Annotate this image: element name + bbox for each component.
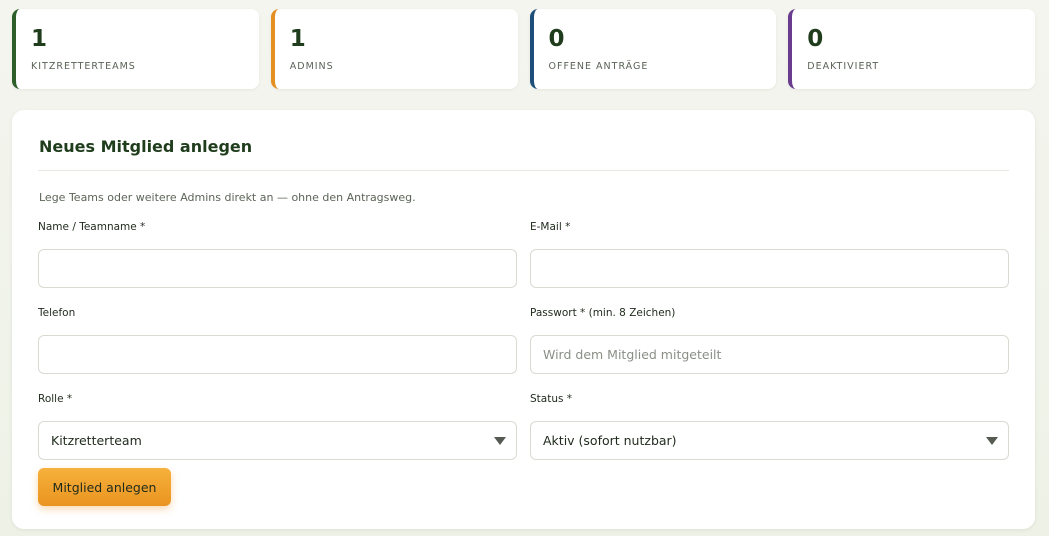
chevron-down-icon <box>986 437 998 445</box>
stats-row: 1 KITZRETTERTEAMS 1 ADMINS 0 OFFENE ANTR… <box>12 9 1035 89</box>
phone-field-group: Telefon <box>38 306 517 374</box>
role-field-group: Rolle * Kitzretterteam <box>38 392 517 460</box>
stat-card-admins: 1 ADMINS <box>270 9 518 89</box>
stat-card-open-requests: 0 OFFENE ANTRÄGE <box>529 9 777 89</box>
create-member-button[interactable]: Mitglied anlegen <box>38 468 171 506</box>
password-label: Passwort * (min. 8 Zeichen) <box>530 307 676 319</box>
panel-title: Neues Mitglied anlegen <box>39 137 253 156</box>
stat-label: DEAKTIVIERT <box>807 61 880 72</box>
status-select[interactable]: Aktiv (sofort nutzbar) <box>530 421 1009 460</box>
stat-label: OFFENE ANTRÄGE <box>548 61 649 72</box>
panel-description: Lege Teams oder weitere Admins direkt an… <box>39 191 416 204</box>
phone-label: Telefon <box>38 307 76 319</box>
name-label: Name / Teamname * <box>38 221 146 233</box>
stat-value: 1 <box>31 26 48 52</box>
password-field-group: Passwort * (min. 8 Zeichen) <box>530 306 1009 374</box>
role-select[interactable]: Kitzretterteam <box>38 421 517 460</box>
status-select-value: Aktiv (sofort nutzbar) <box>543 433 677 448</box>
role-select-value: Kitzretterteam <box>51 433 142 448</box>
new-member-panel: Neues Mitglied anlegen Lege Teams oder w… <box>12 110 1035 529</box>
stat-value: 1 <box>289 26 306 52</box>
stat-label: ADMINS <box>289 61 334 72</box>
name-field-group: Name / Teamname * <box>38 220 517 288</box>
chevron-down-icon <box>494 437 506 445</box>
phone-input[interactable] <box>38 335 517 374</box>
email-field-group: E-Mail * <box>530 220 1009 288</box>
email-input[interactable] <box>530 249 1009 288</box>
stat-value: 0 <box>548 26 565 52</box>
stat-card-deactivated: 0 DEAKTIVIERT <box>788 9 1035 89</box>
status-field-group: Status * Aktiv (sofort nutzbar) <box>530 392 1009 460</box>
stat-value: 0 <box>807 26 824 52</box>
status-label: Status * <box>530 393 573 405</box>
name-input[interactable] <box>38 249 517 288</box>
stat-card-teams: 1 KITZRETTERTEAMS <box>12 9 259 89</box>
password-input[interactable] <box>530 335 1009 374</box>
panel-divider <box>38 170 1009 171</box>
email-label: E-Mail * <box>530 221 571 233</box>
role-label: Rolle * <box>38 393 73 405</box>
stat-label: KITZRETTERTEAMS <box>31 61 136 72</box>
